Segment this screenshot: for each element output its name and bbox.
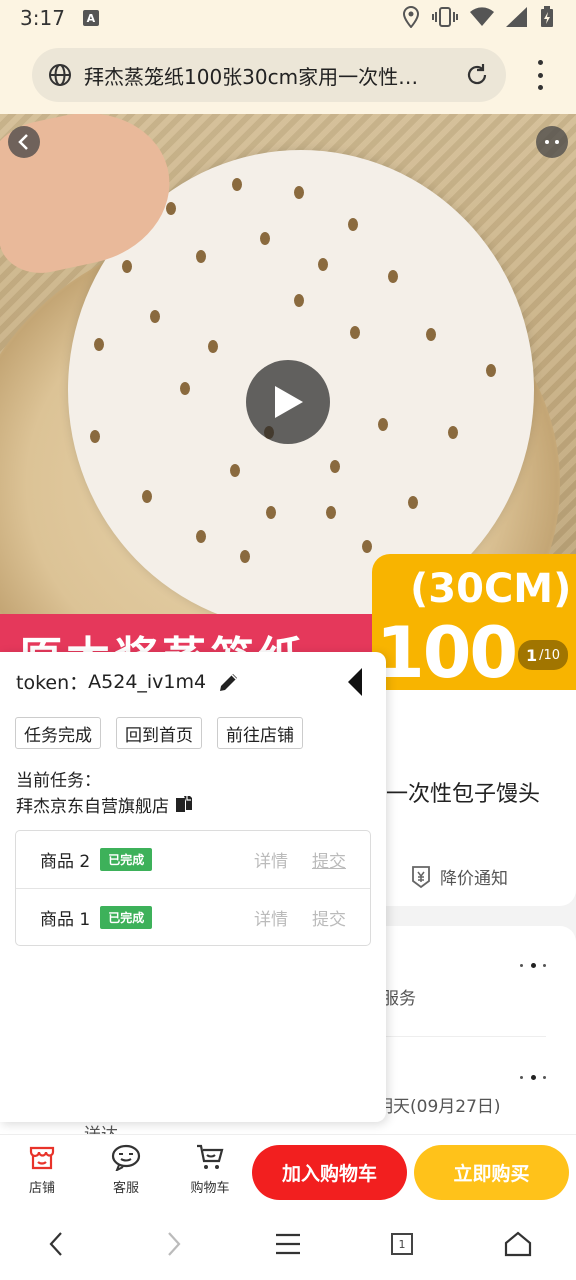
buy-now-button[interactable]: 立即购买 xyxy=(414,1145,569,1200)
delivery-more-icon[interactable] xyxy=(520,1074,546,1080)
current-task-store: 拜杰京东自营旗舰店 xyxy=(16,797,169,817)
item-submit-link[interactable]: 提交 xyxy=(312,847,346,872)
task-item-list: 商品 2 已完成 详情 提交 商品 1 已完成 详情 提交 xyxy=(15,830,371,946)
signal-icon xyxy=(506,7,527,27)
nav-back-button[interactable] xyxy=(40,1228,72,1260)
item-name: 商品 2 xyxy=(40,852,91,872)
location-icon xyxy=(402,6,420,28)
store-label: 店铺 xyxy=(28,1181,55,1196)
chevron-left-icon xyxy=(49,1232,62,1256)
browser-menu-icon[interactable] xyxy=(532,60,548,90)
current-task-value: 拜杰京东自营旗舰店 xyxy=(16,792,193,817)
notification-a-icon: A xyxy=(82,10,99,26)
chevron-left-icon xyxy=(18,134,28,150)
status-time: 3:17 xyxy=(20,6,65,30)
go-to-store-button[interactable]: 前往店铺 xyxy=(217,717,303,749)
play-icon xyxy=(275,386,303,418)
image-counter: 1 /10 xyxy=(517,640,568,670)
status-badge: 已完成 xyxy=(100,848,153,871)
cart-button[interactable]: 购物车 xyxy=(180,1143,240,1196)
token-label: token： xyxy=(16,672,89,694)
wifi-icon xyxy=(470,7,494,27)
tab-count: 1 xyxy=(391,1233,413,1255)
hamburger-menu-icon xyxy=(276,1233,300,1255)
item-submit-link[interactable]: 提交 xyxy=(312,905,346,930)
add-to-cart-button[interactable]: 加入购物车 xyxy=(252,1145,407,1200)
token-value: A524_iv1m4 xyxy=(88,670,207,693)
nav-menu-button[interactable] xyxy=(272,1228,304,1260)
store-icon xyxy=(29,1146,55,1170)
current-task-label: 当前任务： xyxy=(16,771,101,791)
play-video-button[interactable] xyxy=(246,360,330,444)
url-text[interactable]: 拜杰蒸笼纸100张30cm家用一次性… xyxy=(84,61,464,90)
bottom-action-bar: 店铺 客服 购物车 加入购物车 立即购买 xyxy=(0,1134,576,1208)
back-home-button[interactable]: 回到首页 xyxy=(116,717,202,749)
nav-home-button[interactable] xyxy=(502,1228,534,1260)
browser-toolbar: 拜杰蒸笼纸100张30cm家用一次性… xyxy=(0,36,576,114)
chat-face-icon xyxy=(111,1144,141,1171)
cart-label: 购物车 xyxy=(190,1181,230,1196)
battery-icon xyxy=(541,6,553,27)
more-options-button[interactable] xyxy=(536,126,568,158)
status-badge: 已完成 xyxy=(100,905,153,929)
back-button[interactable] xyxy=(8,126,40,158)
list-item: 商品 1 已完成 详情 提交 xyxy=(16,888,370,945)
price-drop-icon xyxy=(412,865,430,888)
customer-service-button[interactable]: 客服 xyxy=(96,1143,156,1196)
chevron-right-icon xyxy=(168,1232,181,1256)
edit-pencil-icon[interactable] xyxy=(218,671,240,693)
address-bar[interactable]: 拜杰蒸笼纸100张30cm家用一次性… xyxy=(32,48,506,102)
product-image-carousel[interactable]: 原木浆蒸笼纸 (30CM) 100张 1 /10 xyxy=(0,114,576,690)
reload-icon[interactable] xyxy=(464,62,490,88)
collapse-panel-icon[interactable] xyxy=(346,668,366,696)
more-dots-icon xyxy=(545,140,559,144)
vibrate-icon xyxy=(432,7,458,27)
service-more-icon[interactable] xyxy=(520,962,546,968)
store-button[interactable]: 店铺 xyxy=(12,1143,72,1196)
status-bar: 3:17 A xyxy=(0,0,576,36)
home-icon xyxy=(504,1231,532,1257)
copy-icon[interactable] xyxy=(175,795,193,815)
globe-icon xyxy=(49,64,71,86)
customer-service-label: 客服 xyxy=(112,1181,139,1196)
item-name: 商品 1 xyxy=(40,909,91,930)
price-notice-label: 降价通知 xyxy=(440,869,508,889)
status-icons xyxy=(402,6,554,28)
image-counter-total: /10 xyxy=(539,647,560,663)
item-detail-link[interactable]: 详情 xyxy=(254,847,288,872)
task-complete-button[interactable]: 任务完成 xyxy=(15,717,101,749)
shopping-cart-icon xyxy=(197,1144,224,1169)
promo-badge-size: (30CM) xyxy=(410,566,572,612)
nav-forward-button[interactable] xyxy=(158,1228,190,1260)
panel-buttons: 任务完成 回到首页 前往店铺 xyxy=(15,717,303,749)
nav-tabs-button[interactable]: 1 xyxy=(386,1228,418,1260)
price-notice-button[interactable]: 降价通知 xyxy=(410,864,508,889)
token-row: token： A524_iv1m4 xyxy=(16,668,240,695)
browser-nav-bar: 1 xyxy=(0,1208,576,1280)
list-item: 商品 2 已完成 详情 提交 xyxy=(16,831,370,888)
image-counter-current: 1 xyxy=(525,645,538,665)
task-panel: token： A524_iv1m4 任务完成 回到首页 前往店铺 当前任务： 拜… xyxy=(0,652,386,1122)
item-detail-link[interactable]: 详情 xyxy=(254,905,288,930)
